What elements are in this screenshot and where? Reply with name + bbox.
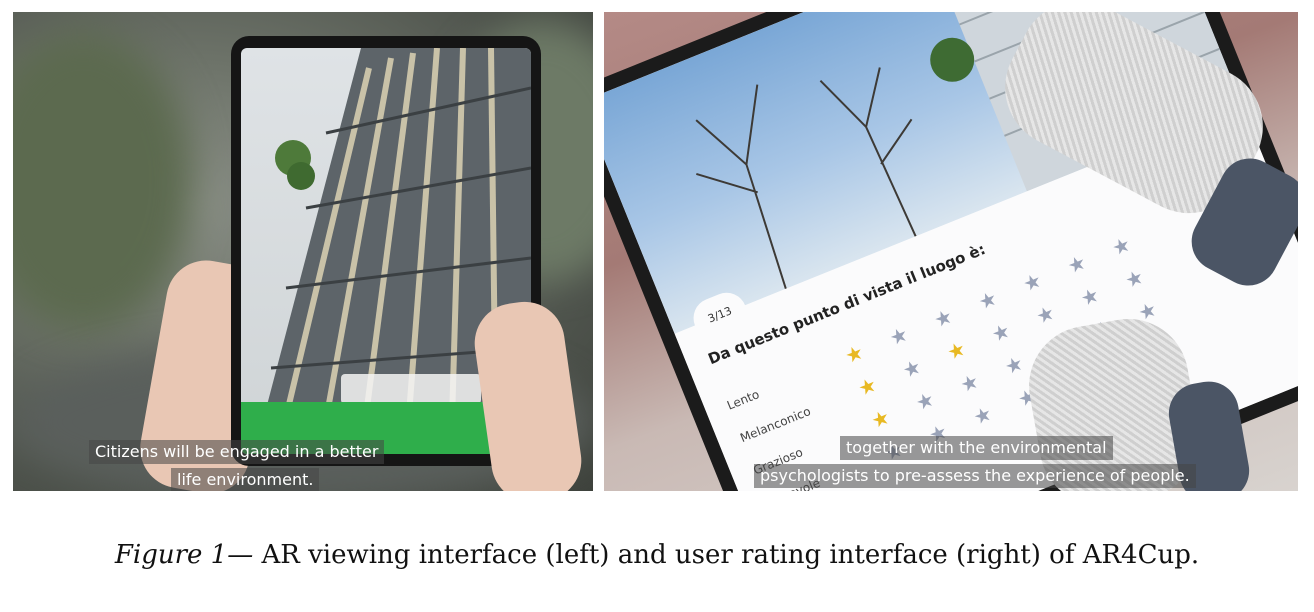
rating-star-icon[interactable]: ★	[970, 401, 996, 430]
rating-star-icon[interactable]: ★	[930, 303, 956, 332]
rating-star-icon[interactable]: ★	[899, 354, 925, 383]
ar-overlay-sign	[341, 374, 481, 404]
rating-star-icon[interactable]: ★	[957, 368, 983, 397]
rating-star-icon[interactable]: ★	[1001, 350, 1027, 379]
subtitle-line-2: psychologists to pre-assess the experien…	[754, 464, 1196, 488]
subtitle-line-2: life environment.	[171, 468, 320, 491]
rating-star-icon[interactable]: ★	[841, 339, 867, 368]
rating-star-icon[interactable]: ★	[1108, 232, 1134, 261]
rating-star-icon[interactable]: ★	[1019, 268, 1045, 297]
rating-interface-photo: 3/13 Da questo punto di vista il luogo è…	[604, 12, 1298, 491]
ar-viewing-photo: Citizens will be engaged in a better lif…	[13, 12, 593, 491]
adjective-label: Melanconico	[738, 404, 813, 446]
rating-star-icon[interactable]: ★	[886, 321, 912, 350]
figure-label: Figure 1—	[114, 540, 254, 570]
figure-caption: Figure 1— AR viewing interface (left) an…	[0, 540, 1314, 570]
rating-star-icon[interactable]: ★	[1033, 300, 1059, 329]
rating-star-icon[interactable]: ★	[1077, 282, 1103, 311]
adjective-label: Lento	[724, 387, 762, 413]
subtitle-line-1: together with the environmental	[840, 436, 1113, 460]
figure-caption-text: AR viewing interface (left) and user rat…	[253, 540, 1200, 570]
rating-star-icon[interactable]: ★	[912, 386, 938, 415]
rating-star-icon[interactable]: ★	[1064, 250, 1090, 279]
rating-star-icon[interactable]: ★	[975, 285, 1001, 314]
rating-star-icon[interactable]: ★	[988, 318, 1014, 347]
rating-star-icon[interactable]: ★	[1122, 264, 1148, 293]
rating-star-icon[interactable]: ★	[944, 336, 970, 365]
rating-star-icon[interactable]: ★	[868, 404, 894, 433]
background-trees	[13, 32, 193, 332]
subtitle-line-1: Citizens will be engaged in a better	[89, 440, 385, 464]
rating-star-icon[interactable]: ★	[855, 372, 881, 401]
